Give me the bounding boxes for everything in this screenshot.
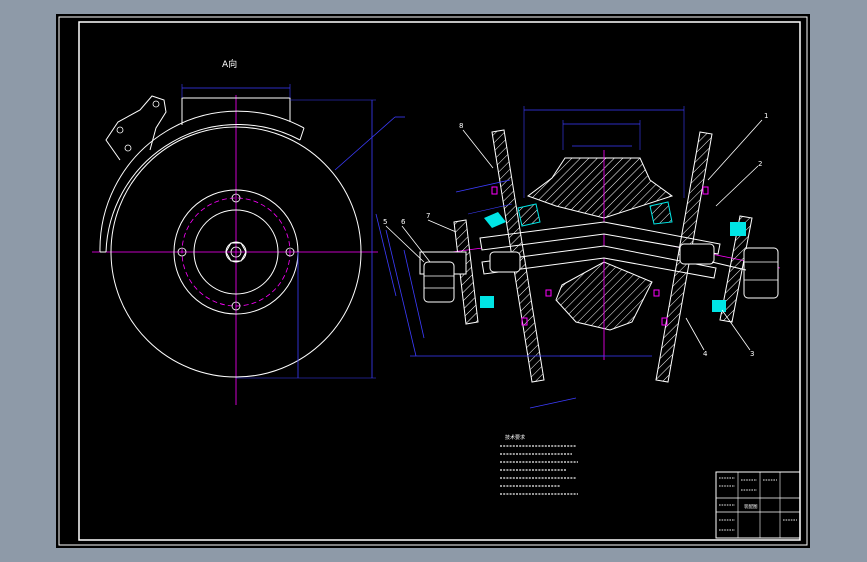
right-seal-cyan-lower	[712, 300, 726, 312]
right-nut	[743, 247, 779, 299]
part-label-4: 4	[703, 350, 708, 358]
part-label-5: 5	[383, 218, 387, 226]
right-bearing-cyan	[649, 201, 673, 225]
part-label-8: 8	[459, 122, 463, 130]
notes-heading: 技术要求	[505, 434, 525, 441]
left-nut	[423, 261, 455, 303]
part-label-3: 3	[750, 350, 754, 358]
left-bearing-cyan	[517, 203, 541, 227]
cad-drawing-canvas: A向 1 2 3 4 5 6 7 8 技术要求 装配图	[56, 14, 810, 548]
part-label-2: 2	[758, 160, 762, 168]
title-block-label: 装配图	[744, 503, 758, 510]
right-seal-cyan-upper	[730, 222, 746, 236]
left-bolt-head	[489, 251, 521, 273]
part-label-7: 7	[426, 212, 430, 220]
part-label-6: 6	[401, 218, 406, 226]
view-a-label: A向	[222, 58, 237, 70]
part-label-1: 1	[764, 112, 768, 120]
right-bolt-head	[679, 243, 715, 265]
left-seal-cyan	[480, 296, 494, 308]
